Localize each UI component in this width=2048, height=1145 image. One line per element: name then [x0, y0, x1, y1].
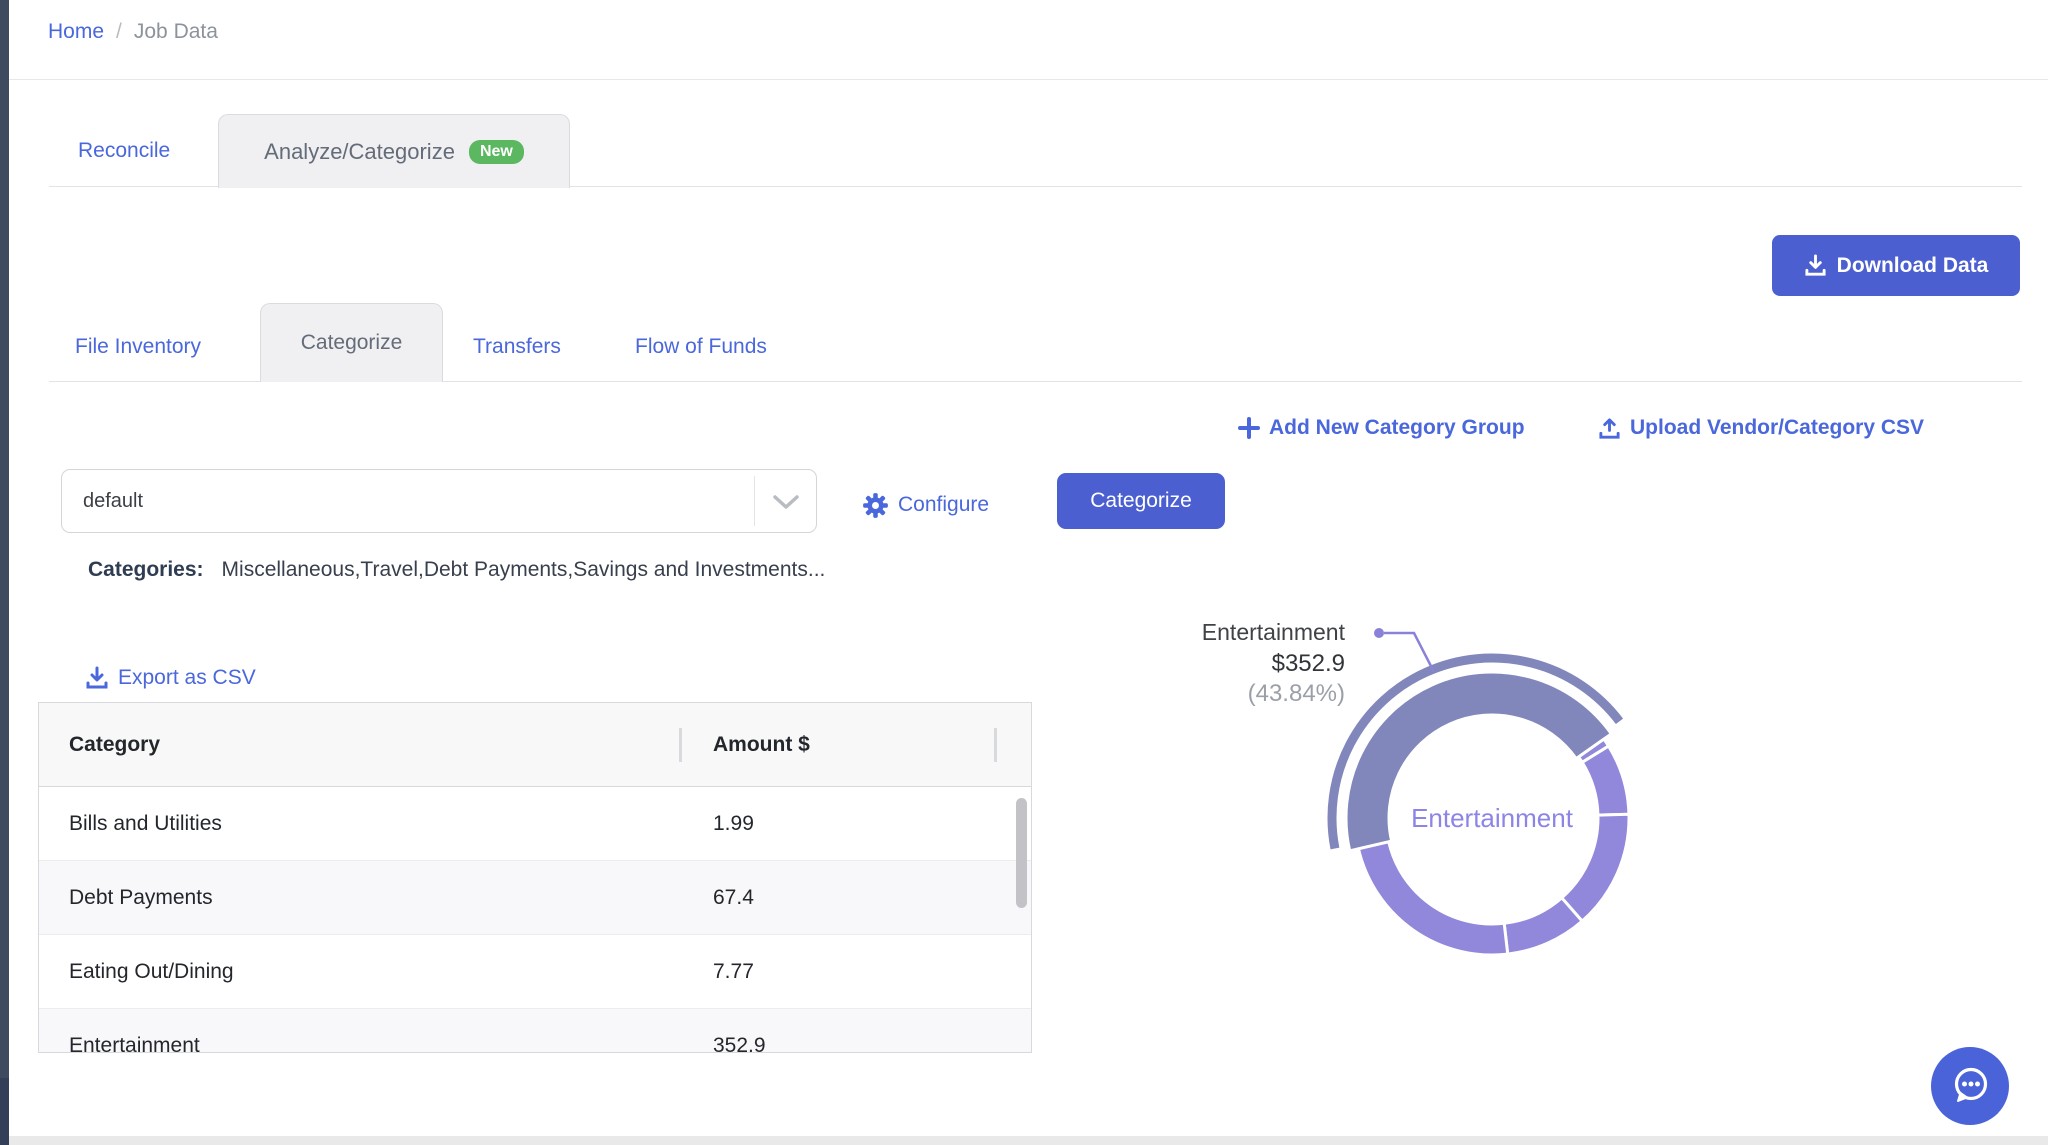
chat-button[interactable]: [1931, 1047, 2009, 1125]
column-resize-handle[interactable]: [679, 728, 682, 762]
add-new-category-group-link[interactable]: Add New Category Group: [1238, 410, 1525, 446]
callout-leader-line: [1384, 633, 1434, 672]
table-row: Entertainment 352.9: [39, 1008, 1031, 1053]
upload-vendor-category-csv-link[interactable]: Upload Vendor/Category CSV: [1598, 410, 1924, 446]
breadcrumb-separator: /: [116, 20, 122, 44]
table-scrollbar-thumb[interactable]: [1016, 798, 1027, 908]
table-row: Debt Payments 67.4: [39, 860, 1031, 934]
categorize-button[interactable]: Categorize: [1057, 473, 1225, 529]
configure-link[interactable]: Configure: [862, 487, 989, 523]
column-header-amount: Amount $: [713, 703, 810, 787]
cell-amount: 1.99: [713, 787, 754, 860]
categories-summary: Categories: Miscellaneous,Travel,Debt Pay…: [88, 558, 825, 582]
callout-segment-value: $352.9: [1272, 650, 1345, 677]
tab-transfers[interactable]: Transfers: [473, 312, 561, 382]
download-icon: [1804, 254, 1827, 277]
new-badge: New: [469, 140, 524, 164]
export-csv-link[interactable]: Export as CSV: [85, 660, 256, 696]
left-edge-strip: [0, 0, 9, 1145]
category-amount-table: Category Amount $ Bills and Utilities 1.9…: [38, 702, 1032, 1053]
download-icon: [85, 666, 109, 690]
donut-center-label: Entertainment: [1411, 803, 1574, 833]
table-header: Category Amount $: [39, 703, 1031, 787]
cell-category: Eating Out/Dining: [69, 935, 234, 1008]
upload-icon: [1598, 417, 1621, 440]
table-row: Eating Out/Dining 7.77: [39, 934, 1031, 1008]
cell-amount: 67.4: [713, 861, 754, 934]
column-resize-handle[interactable]: [994, 728, 997, 762]
callout-leader-dot: [1374, 628, 1384, 638]
categories-label: Categories:: [88, 558, 204, 581]
tab-file-inventory[interactable]: File Inventory: [75, 312, 201, 382]
callout-segment-percent: (43.84%): [1248, 680, 1345, 707]
cell-amount: 7.77: [713, 935, 754, 1008]
page: Home / Job Data Reconcile Analyze/Catego…: [0, 0, 2048, 1145]
donut-segment[interactable]: [1504, 898, 1582, 954]
tab-reconcile[interactable]: Reconcile: [78, 115, 170, 187]
column-header-category: Category: [69, 703, 160, 787]
tab-categorize[interactable]: Categorize: [260, 303, 443, 382]
chat-bubble-icon: [1948, 1064, 1992, 1108]
header-divider: [9, 79, 2048, 80]
select-divider: [754, 476, 755, 526]
table-body: Bills and Utilities 1.99 Debt Payments 67.4…: [39, 787, 1031, 1053]
plus-icon: [1238, 417, 1260, 439]
download-data-button[interactable]: Download Data: [1772, 235, 2020, 296]
table-row: Bills and Utilities 1.99: [39, 787, 1031, 860]
breadcrumb: Home / Job Data: [48, 20, 218, 44]
cell-amount: 352.9: [713, 1009, 766, 1053]
breadcrumb-current: Job Data: [134, 20, 218, 44]
tab-analyze-categorize[interactable]: Analyze/Categorize New: [218, 114, 570, 188]
cell-category: Entertainment: [69, 1009, 200, 1053]
left-edge-strip-lower: [0, 1078, 9, 1145]
donut-segment[interactable]: [1582, 746, 1629, 815]
categories-value: Miscellaneous,Travel,Debt Payments,Savin…: [222, 558, 826, 581]
category-group-select-value: default: [83, 490, 143, 513]
cell-category: Debt Payments: [69, 861, 213, 934]
chevron-down-icon[interactable]: [772, 494, 800, 511]
category-group-select[interactable]: default: [61, 469, 817, 533]
gear-icon: [862, 492, 889, 519]
tab-analyze-categorize-label: Analyze/Categorize: [264, 139, 455, 165]
cell-category: Bills and Utilities: [69, 787, 222, 860]
donut-segment[interactable]: [1359, 842, 1508, 955]
category-donut-chart: Entertainment $352.9 (43.84%) Entertainm…: [1140, 585, 1720, 1025]
tab-flow-of-funds[interactable]: Flow of Funds: [635, 312, 767, 382]
callout-segment-name: Entertainment: [1202, 619, 1346, 645]
bottom-edge-strip: [0, 1136, 2048, 1145]
breadcrumb-home-link[interactable]: Home: [48, 20, 104, 44]
